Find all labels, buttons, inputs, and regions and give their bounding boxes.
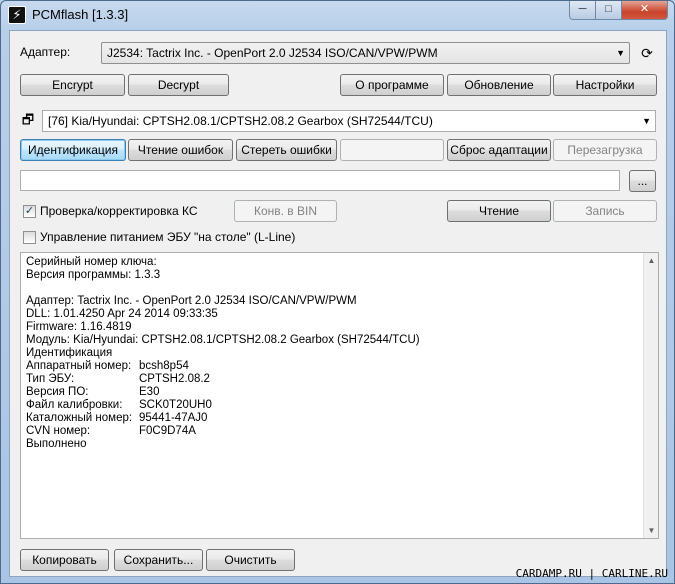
- module-select[interactable]: [76] Kia/Hyundai: CPTSH2.08.1/CPTSH2.08.…: [42, 110, 656, 132]
- power-control-checkbox[interactable]: Управление питанием ЭБУ "на столе" (L-Li…: [23, 229, 295, 245]
- window-controls: ─ □ ✕: [569, 1, 668, 20]
- log-key: Тип ЭБУ:: [26, 373, 75, 385]
- checksum-checkbox[interactable]: ✓ Проверка/корректировка КС: [23, 203, 198, 219]
- checkbox-checked-icon: ✓: [23, 204, 36, 218]
- log-key: Файл калибровки:: [26, 399, 123, 411]
- chevron-down-icon: ▼: [642, 116, 651, 126]
- module-select-value: [76] Kia/Hyundai: CPTSH2.08.1/CPTSH2.08.…: [48, 114, 433, 128]
- log-value: CPTSH2.08.2: [139, 373, 210, 385]
- adapter-select[interactable]: J2534: Tactrix Inc. - OpenPort 2.0 J2534…: [101, 42, 630, 64]
- log-line: Адаптер: Tactrix Inc. - OpenPort 2.0 J25…: [26, 295, 357, 307]
- lightning-icon: ⚡: [8, 6, 26, 24]
- file-path-input[interactable]: [20, 170, 620, 191]
- identify-button[interactable]: Идентификация: [20, 139, 126, 161]
- browse-button[interactable]: ...: [629, 170, 656, 192]
- update-button[interactable]: Обновление: [447, 74, 551, 96]
- log-key: CVN номер:: [26, 425, 91, 437]
- log-line: Идентификация: [26, 347, 113, 359]
- window-title: PCMflash [1.3.3]: [32, 7, 129, 22]
- log-line: Серийный номер ключа:: [26, 256, 157, 268]
- checkbox-unchecked-icon: [23, 230, 36, 244]
- main-window: ⚡ PCMflash [1.3.3] ─ □ ✕ Адаптер: J2534:…: [0, 0, 675, 584]
- log-value: 95441-47AJ0: [139, 412, 208, 424]
- window-restore-icon[interactable]: 🗗: [18, 110, 38, 130]
- log-key: Каталожный номер:: [26, 412, 133, 424]
- log-textarea[interactable]: Серийный номер ключа: Версия программы: …: [20, 252, 659, 539]
- power-control-label: Управление питанием ЭБУ "на столе" (L-Li…: [40, 230, 296, 244]
- refresh-icon[interactable]: ⟳: [637, 43, 657, 63]
- chevron-down-icon: ▼: [616, 48, 625, 58]
- log-kv-row: Версия ПО: E30: [26, 386, 420, 399]
- log-key: Аппаратный номер:: [26, 360, 132, 372]
- log-kv-row: Файл калибровки: SCK0T20UH0: [26, 399, 420, 412]
- maximize-button[interactable]: □: [596, 1, 622, 20]
- close-button[interactable]: ✕: [622, 1, 668, 20]
- log-line: Firmware: 1.16.4819: [26, 321, 132, 333]
- log-key: Версия ПО:: [26, 386, 89, 398]
- log-value: SCK0T20UH0: [139, 399, 212, 411]
- save-button[interactable]: Сохранить...: [114, 549, 203, 571]
- about-button[interactable]: О программе: [340, 74, 444, 96]
- log-line: Версия программы: 1.3.3: [26, 269, 161, 281]
- log-kv-row: Аппаратный номер: bcsh8p54: [26, 360, 420, 373]
- log-scrollbar[interactable]: ▲ ▼: [643, 253, 658, 538]
- watermark: CARDAMP.RU | CARLINE.RU: [515, 567, 668, 580]
- log-kv-row: Тип ЭБУ: CPTSH2.08.2: [26, 373, 420, 386]
- log-value: bcsh8p54: [139, 360, 189, 372]
- encrypt-button[interactable]: Encrypt: [20, 74, 125, 96]
- settings-button[interactable]: Настройки: [553, 74, 657, 96]
- copy-button[interactable]: Копировать: [20, 549, 109, 571]
- log-line: DLL: 1.01.4250 Apr 24 2014 09:33:35: [26, 308, 218, 320]
- adapter-select-value: J2534: Tactrix Inc. - OpenPort 2.0 J2534…: [107, 46, 438, 60]
- scroll-down-icon[interactable]: ▼: [644, 523, 658, 538]
- log-line: Выполнено: [26, 438, 87, 450]
- checksum-label: Проверка/корректировка КС: [40, 204, 198, 218]
- read-errors-button[interactable]: Чтение ошибок: [128, 139, 233, 161]
- log-line: Модуль: Kia/Hyundai: CPTSH2.08.1/CPTSH2.…: [26, 334, 420, 346]
- scroll-up-icon[interactable]: ▲: [644, 253, 658, 268]
- minimize-button[interactable]: ─: [569, 1, 596, 20]
- log-value: F0C9D74A: [139, 425, 196, 437]
- title-bar[interactable]: ⚡ PCMflash [1.3.3] ─ □ ✕: [1, 1, 674, 29]
- blank-button[interactable]: [340, 139, 444, 161]
- reset-adaptation-button[interactable]: Сброс адаптации: [447, 139, 551, 161]
- log-kv-row: Каталожный номер: 95441-47AJ0: [26, 412, 420, 425]
- log-value: E30: [139, 386, 160, 398]
- reboot-button[interactable]: Перезагрузка: [553, 139, 657, 161]
- read-button[interactable]: Чтение: [447, 200, 551, 222]
- adapter-label: Адаптер:: [20, 45, 71, 59]
- log-content: Серийный номер ключа: Версия программы: …: [26, 256, 420, 451]
- clear-errors-button[interactable]: Стереть ошибки: [236, 139, 337, 161]
- clear-button[interactable]: Очистить: [206, 549, 295, 571]
- decrypt-button[interactable]: Decrypt: [128, 74, 229, 96]
- write-button[interactable]: Запись: [553, 200, 657, 222]
- client-area: Адаптер: J2534: Tactrix Inc. - OpenPort …: [9, 30, 667, 577]
- convert-bin-button[interactable]: Конв. в BIN: [234, 200, 337, 222]
- log-kv-row: CVN номер: F0C9D74A: [26, 425, 420, 438]
